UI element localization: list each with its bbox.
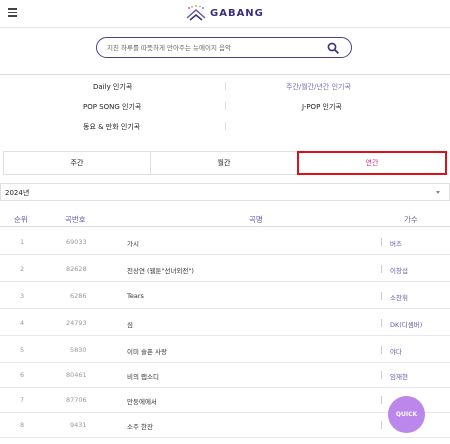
artist-separator xyxy=(381,396,382,404)
artist-separator xyxy=(381,319,382,327)
gabang-logo[interactable]: GABANG xyxy=(185,3,264,23)
category-jpop[interactable]: J-POP 인기곡 xyxy=(302,102,342,112)
row-song-number: 24793 xyxy=(66,319,87,327)
row-song-number: 87706 xyxy=(66,396,87,404)
row-song-title[interactable]: 심 xyxy=(127,319,133,329)
category-weekly-monthly-yearly[interactable]: 주간/월간/년간 인기곡 xyxy=(286,82,351,92)
table-row[interactable]: 1 69033 가시 버즈 xyxy=(0,229,450,255)
category-kids-anime[interactable]: 동요 & 만화 인기곡 xyxy=(83,122,140,132)
artist-separator xyxy=(381,265,382,273)
header-rank: 순위 xyxy=(14,215,28,224)
row-song-number: 9431 xyxy=(70,421,87,429)
period-tabs: 주간 월간 연간 xyxy=(3,151,447,175)
category-separator xyxy=(225,82,226,90)
year-select-value: 2024년 xyxy=(5,189,30,197)
search-icon[interactable] xyxy=(327,42,339,54)
tab-yearly[interactable]: 연간 xyxy=(297,151,447,175)
row-song-number: 6286 xyxy=(70,292,87,300)
row-rank: 1 xyxy=(20,238,25,246)
hamburger-menu-icon[interactable] xyxy=(8,8,17,17)
artist-separator xyxy=(381,292,382,300)
table-row[interactable]: 5 5830 이미 슬픈 사랑 야다 xyxy=(0,337,450,363)
row-song-title[interactable]: 만둥에에서 xyxy=(127,396,157,406)
row-rank: 2 xyxy=(20,265,25,273)
table-row[interactable]: 2 82628 천상연 (웹툰"선녀외전") 이창섭 xyxy=(0,256,450,282)
table-row[interactable]: 7 87706 만둥에에서 xyxy=(0,387,450,413)
row-artist[interactable]: DK(디셈버) xyxy=(390,319,422,329)
year-select[interactable]: 2024년 xyxy=(0,183,450,201)
tab-monthly[interactable]: 월간 xyxy=(150,151,297,175)
table-row[interactable]: 3 6286 Tears 소찬휘 xyxy=(0,283,450,309)
row-artist[interactable]: 버즈 xyxy=(390,238,402,248)
chart-table-header: 순위 곡번호 곡명 가수 xyxy=(0,211,450,227)
quick-button[interactable]: QUICK xyxy=(388,396,425,433)
logo-text: GABANG xyxy=(210,7,264,19)
row-rank: 5 xyxy=(20,346,25,354)
row-song-title[interactable]: 천상연 (웹툰"선녀외전") xyxy=(127,265,194,275)
table-row[interactable]: 6 80461 비의 랩소디 임재현 xyxy=(0,362,450,388)
tab-weekly[interactable]: 주간 xyxy=(3,151,150,175)
row-song-title[interactable]: 비의 랩소디 xyxy=(127,371,159,381)
row-artist[interactable]: 야다 xyxy=(390,346,402,356)
row-rank: 3 xyxy=(20,292,25,300)
category-pop-song[interactable]: POP SONG 인기곡 xyxy=(83,102,141,112)
row-rank: 8 xyxy=(20,421,25,429)
chevron-down-icon xyxy=(436,191,440,194)
row-rank: 7 xyxy=(20,396,25,404)
row-artist[interactable]: 소찬휘 xyxy=(390,292,408,302)
table-row[interactable]: 8 9431 소주 한잔 xyxy=(0,412,450,438)
table-row[interactable]: 4 24793 심 DK(디셈버) xyxy=(0,310,450,336)
category-daily[interactable]: Daily 인기곡 xyxy=(93,82,132,92)
top-header: GABANG xyxy=(0,0,450,28)
search-input[interactable] xyxy=(107,41,317,55)
row-song-title[interactable]: 소주 한잔 xyxy=(127,421,153,431)
artist-separator xyxy=(381,371,382,379)
row-artist[interactable]: 임재현 xyxy=(390,371,408,381)
artist-separator xyxy=(381,238,382,246)
divider xyxy=(0,74,450,75)
artist-separator xyxy=(381,346,382,354)
header-song-number: 곡번호 xyxy=(65,215,86,224)
header-song-title: 곡명 xyxy=(249,215,263,224)
row-rank: 6 xyxy=(20,371,25,379)
header-artist: 가수 xyxy=(404,215,418,224)
logo-mark-icon xyxy=(186,5,206,21)
row-rank: 4 xyxy=(20,319,25,327)
row-song-number: 82628 xyxy=(66,265,87,273)
category-separator xyxy=(225,122,226,130)
row-song-title[interactable]: 가시 xyxy=(127,238,139,248)
category-separator xyxy=(225,102,226,110)
row-song-number: 69033 xyxy=(66,238,87,246)
row-song-number: 80461 xyxy=(66,371,87,379)
search-bar xyxy=(96,37,352,58)
row-song-title[interactable]: Tears xyxy=(127,292,144,300)
row-artist[interactable]: 이창섭 xyxy=(390,265,408,275)
artist-separator xyxy=(381,421,382,429)
row-song-title[interactable]: 이미 슬픈 사랑 xyxy=(127,346,167,356)
row-song-number: 5830 xyxy=(70,346,87,354)
